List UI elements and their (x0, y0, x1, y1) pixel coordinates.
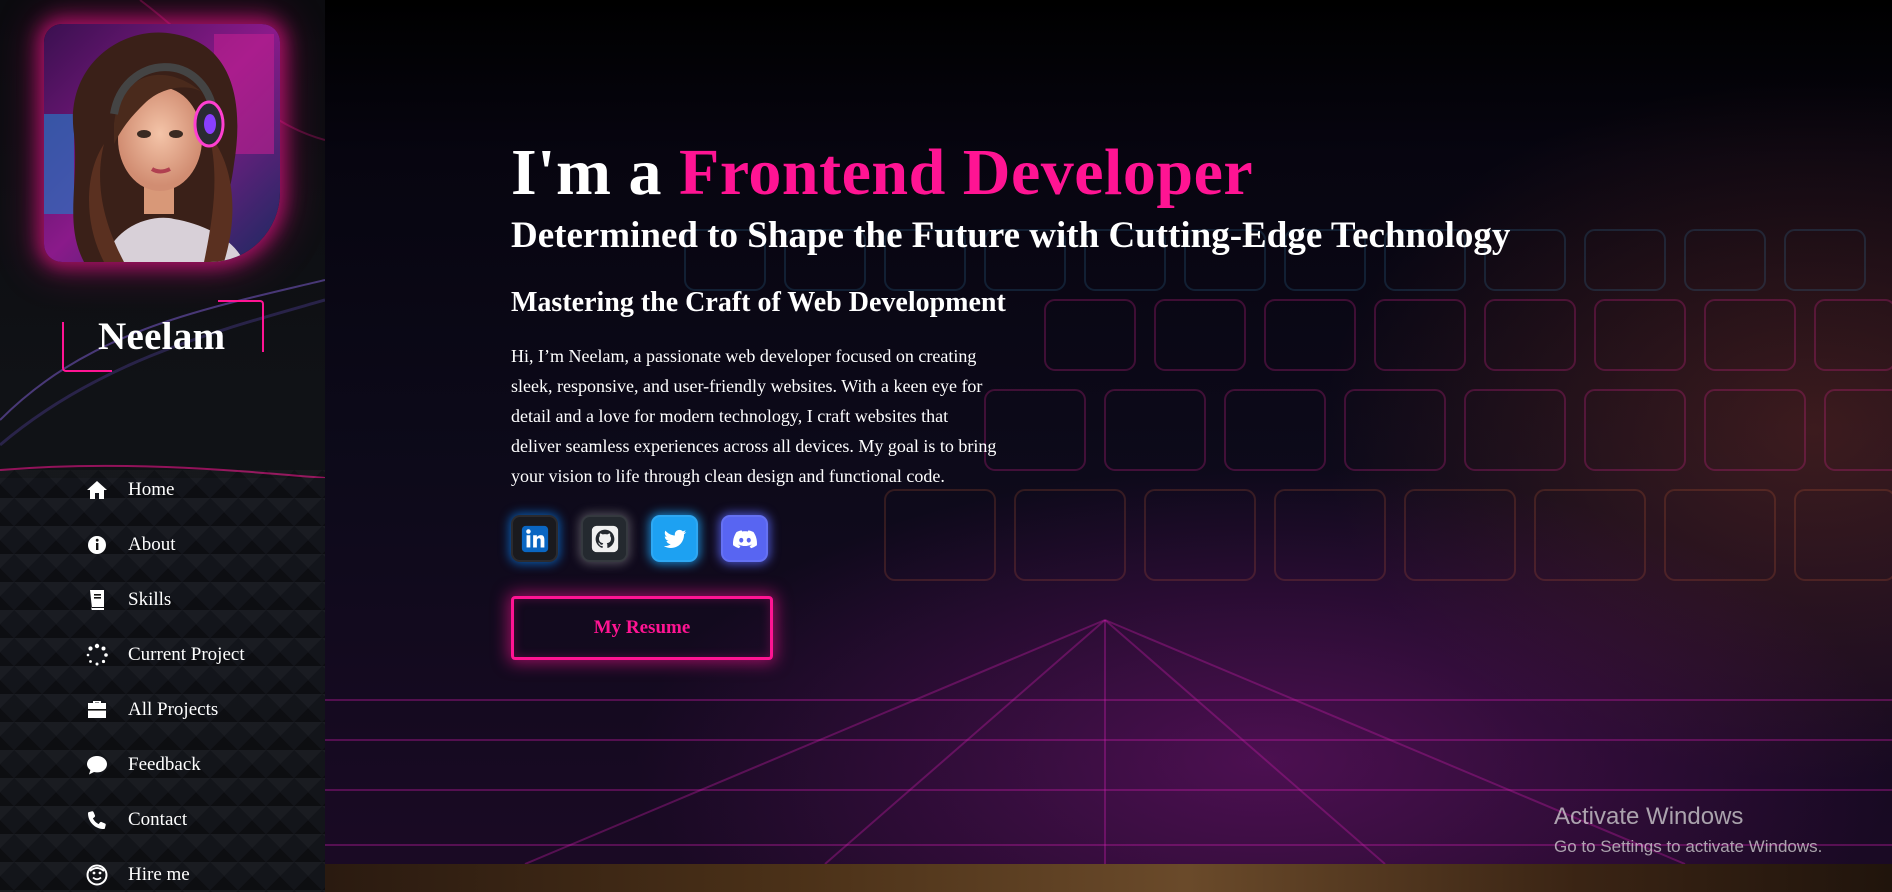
discord-icon (732, 529, 757, 548)
info-icon (84, 532, 110, 558)
hero-content: I'm a Frontend Developer Determined to S… (511, 132, 1510, 660)
twitter-button[interactable] (651, 515, 698, 562)
sidebar-item-label: Feedback (128, 753, 201, 775)
twitter-icon (663, 529, 686, 548)
hero-bio: Hi, I’m Neelam, a passionate web develop… (511, 346, 997, 486)
linkedin-button[interactable] (511, 515, 558, 562)
sidebar-item-skills[interactable]: Skills (84, 572, 314, 627)
sidebar-item-home[interactable]: Home (84, 462, 314, 517)
discord-button[interactable] (721, 515, 768, 562)
book-icon (84, 587, 110, 613)
linkedin-icon (521, 525, 548, 552)
briefcase-icon (84, 697, 110, 723)
watermark-subtitle: Go to Settings to activate Windows. (1554, 837, 1823, 856)
sidebar-item-label: Hire me (128, 863, 190, 885)
home-icon (84, 477, 110, 503)
sidebar-item-all-projects[interactable]: All Projects (84, 682, 314, 737)
sidebar-item-label: Contact (128, 808, 188, 830)
sidebar: Neelam Home About Skills Current Project (0, 0, 325, 892)
profile-name-box: Neelam (62, 300, 264, 372)
profile-name: Neelam (98, 315, 226, 358)
hero-subtitle: Determined to Shape the Future with Cutt… (511, 215, 1511, 256)
sidebar-item-current-project[interactable]: Current Project (84, 627, 314, 682)
profile-avatar (44, 24, 280, 262)
spinner-icon (84, 642, 110, 668)
github-button[interactable] (581, 515, 628, 562)
resume-button[interactable]: My Resume (511, 596, 773, 660)
windows-activation-watermark: Activate Windows Go to Settings to activ… (1554, 803, 1822, 857)
hero-tagline: Mastering the Craft of Web Development (511, 287, 1006, 318)
smile-icon (84, 862, 110, 888)
comment-icon (84, 752, 110, 778)
hero-title-prefix: I'm a (511, 136, 679, 209)
watermark-title: Activate Windows (1554, 803, 1744, 830)
sidebar-item-feedback[interactable]: Feedback (84, 737, 314, 792)
sidebar-item-contact[interactable]: Contact (84, 792, 314, 847)
sidebar-item-label: Home (128, 478, 175, 500)
sidebar-item-label: Skills (128, 588, 172, 610)
hero-title-highlight: Frontend Developer (679, 136, 1254, 209)
sidebar-item-about[interactable]: About (84, 517, 314, 572)
sidebar-item-label: All Projects (128, 698, 219, 720)
sidebar-item-label: Current Project (128, 643, 245, 665)
hero-title: I'm a Frontend Developer (511, 132, 1260, 214)
github-icon (591, 525, 618, 552)
sidebar-item-label: About (128, 533, 176, 555)
phone-icon (84, 807, 110, 833)
hero-section: I'm a Frontend Developer Determined to S… (325, 0, 1892, 864)
sidebar-nav: Home About Skills Current Project All Pr… (84, 462, 314, 892)
avatar-illustration (44, 24, 280, 262)
sidebar-item-hire-me[interactable]: Hire me (84, 847, 314, 892)
social-links (511, 515, 1510, 562)
next-section-peek (325, 864, 1892, 892)
